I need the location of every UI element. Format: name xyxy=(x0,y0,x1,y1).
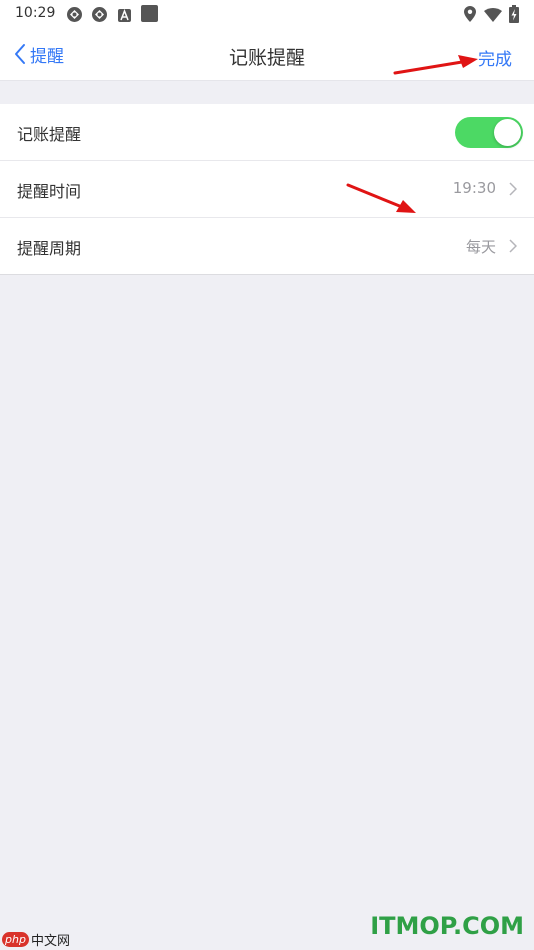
font-a-icon xyxy=(118,7,131,26)
row-label: 提醒时间 xyxy=(17,182,82,201)
watermark-text: 中文网 xyxy=(30,933,70,949)
annotation-arrow xyxy=(346,183,416,213)
watermark-badge: php xyxy=(2,931,29,947)
chevron-right-icon xyxy=(509,182,517,196)
reminder-time-value: 19:30 xyxy=(452,179,496,197)
row-reminder-time[interactable]: 提醒时间 19:30 xyxy=(0,161,534,218)
status-bar: 10:29 xyxy=(0,0,534,28)
reminder-toggle[interactable] xyxy=(455,117,523,148)
reminder-cycle-value: 每天 xyxy=(465,238,496,256)
reminder-settings-list: 记账提醒 提醒时间 19:30 提醒周期 每天 xyxy=(0,104,534,275)
annotation-arrow xyxy=(393,55,478,75)
status-time: 10:29 xyxy=(15,5,56,21)
row-bookkeeping-reminder: 记账提醒 xyxy=(0,104,534,161)
row-label: 提醒周期 xyxy=(17,239,82,258)
row-label: 记账提醒 xyxy=(17,125,82,144)
chevron-right-icon xyxy=(509,239,517,253)
location-icon xyxy=(464,6,476,26)
battery-charging-icon xyxy=(509,5,519,27)
row-reminder-cycle[interactable]: 提醒周期 每天 xyxy=(0,218,534,274)
toggle-knob xyxy=(494,119,521,146)
watermark-php-cn: php 中文网 xyxy=(2,930,70,949)
wifi-icon xyxy=(484,7,502,26)
sync-icon xyxy=(91,6,108,27)
watermark-itmop: ITMOP.COM xyxy=(370,912,524,940)
sync-icon xyxy=(66,6,83,27)
square-icon xyxy=(141,5,158,26)
done-button[interactable]: 完成 xyxy=(478,45,512,70)
